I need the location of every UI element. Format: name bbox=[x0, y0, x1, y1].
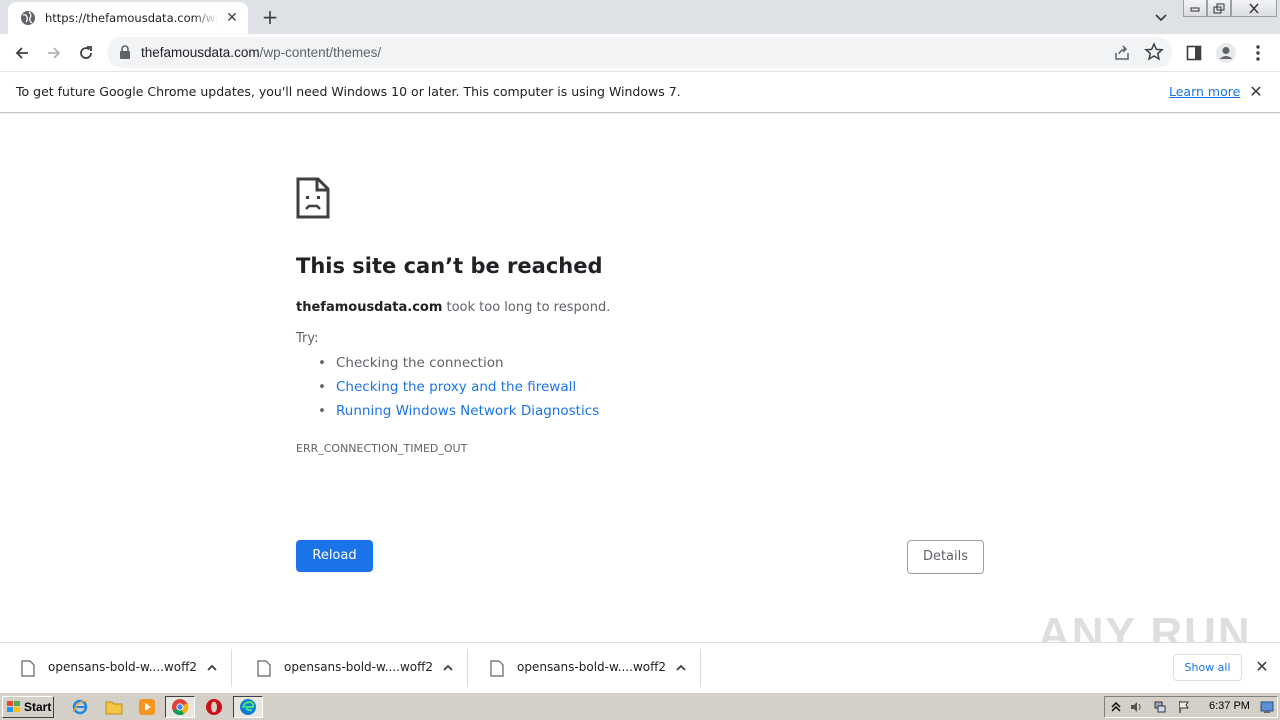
error-page: This site can’t be reached thefamousdata… bbox=[0, 114, 1280, 658]
file-icon bbox=[490, 660, 504, 677]
media-player-icon bbox=[139, 699, 155, 715]
action-center-flag-icon[interactable] bbox=[1177, 700, 1191, 714]
chevron-up-icon[interactable] bbox=[441, 661, 455, 675]
profile-button[interactable] bbox=[1212, 39, 1240, 67]
windows-taskbar: Start 6:37 PM bbox=[0, 692, 1280, 720]
download-shelf: opensans-bold-w....woff2 opensans-bold-w… bbox=[0, 642, 1280, 692]
file-icon bbox=[257, 660, 271, 677]
error-title: This site can’t be reached bbox=[296, 254, 603, 278]
taskbar-edge[interactable] bbox=[233, 696, 263, 718]
error-description-text: took too long to respond. bbox=[442, 300, 611, 315]
chevron-up-icon[interactable] bbox=[674, 661, 688, 675]
new-tab-button[interactable]: + bbox=[258, 5, 282, 29]
back-button[interactable] bbox=[8, 39, 36, 67]
network-icon[interactable] bbox=[1153, 700, 1167, 714]
taskbar-clock[interactable]: 6:37 PM bbox=[1209, 700, 1250, 712]
reload-toolbar-button[interactable] bbox=[72, 39, 100, 67]
tab-strip: https://thefamousdata.com/wp-content/the… bbox=[0, 0, 1280, 34]
bookmark-star-icon[interactable] bbox=[1144, 42, 1164, 62]
tab-search-icon[interactable] bbox=[1150, 6, 1172, 28]
try-label: Try: bbox=[296, 331, 319, 346]
browser-tab[interactable]: https://thefamousdata.com/wp-content/the… bbox=[8, 2, 248, 34]
forward-button[interactable] bbox=[40, 39, 68, 67]
download-item[interactable]: opensans-bold-w....woff2 bbox=[469, 649, 701, 687]
suggestion-link-proxy[interactable]: Checking the proxy and the firewall bbox=[318, 378, 599, 402]
reload-button[interactable]: Reload bbox=[296, 540, 373, 572]
taskbar-ie[interactable] bbox=[69, 697, 91, 717]
update-infobar: To get future Google Chrome updates, you… bbox=[0, 71, 1280, 113]
tab-close-icon[interactable]: ✕ bbox=[224, 10, 240, 26]
download-filename: opensans-bold-w....woff2 bbox=[517, 660, 667, 674]
globe-icon bbox=[21, 11, 35, 25]
more-vert-icon bbox=[1256, 45, 1260, 61]
suggestion-list: Checking the connection Checking the pro… bbox=[318, 354, 599, 426]
error-code: ERR_CONNECTION_TIMED_OUT bbox=[296, 442, 468, 455]
file-icon bbox=[21, 660, 35, 677]
profile-avatar-icon bbox=[1216, 43, 1236, 63]
details-button[interactable]: Details bbox=[907, 540, 984, 574]
start-label: Start bbox=[24, 700, 52, 714]
download-item[interactable]: opensans-bold-w....woff2 bbox=[236, 649, 468, 687]
arrow-left-icon bbox=[15, 47, 28, 59]
sad-document-icon bbox=[296, 177, 330, 219]
lock-icon[interactable] bbox=[119, 45, 131, 59]
refresh-icon bbox=[80, 46, 92, 59]
taskbar-chrome[interactable] bbox=[165, 696, 195, 718]
restore-icon bbox=[1213, 3, 1225, 13]
infobar-close-icon[interactable]: ✕ bbox=[1247, 83, 1265, 101]
suggestion-item: Checking the connection bbox=[318, 354, 599, 378]
url-text[interactable]: thefamousdata.com/wp-content/themes/ bbox=[141, 45, 381, 60]
chevron-up-icon[interactable] bbox=[1109, 700, 1123, 714]
share-icon[interactable] bbox=[1112, 43, 1132, 63]
show-all-downloads-button[interactable]: Show all bbox=[1173, 654, 1242, 681]
learn-more-link[interactable]: Learn more bbox=[1169, 84, 1240, 99]
chrome-icon bbox=[172, 699, 189, 716]
edge-icon bbox=[240, 699, 256, 715]
download-filename: opensans-bold-w....woff2 bbox=[284, 660, 434, 674]
minimize-icon bbox=[1190, 7, 1200, 12]
infobar-message: To get future Google Chrome updates, you… bbox=[16, 84, 681, 99]
minimize-button[interactable] bbox=[1183, 0, 1207, 17]
chevron-up-icon[interactable] bbox=[205, 661, 219, 675]
internet-explorer-icon bbox=[72, 699, 88, 715]
url-domain: thefamousdata.com bbox=[141, 45, 260, 60]
speaker-icon[interactable] bbox=[1129, 700, 1143, 714]
suggestion-link-diagnostics[interactable]: Running Windows Network Diagnostics bbox=[318, 402, 599, 426]
browser-toolbar: thefamousdata.com/wp-content/themes/ bbox=[0, 34, 1280, 71]
chrome-menu-button[interactable] bbox=[1244, 39, 1272, 67]
url-path: /wp-content/themes/ bbox=[259, 45, 382, 60]
show-desktop-icon[interactable] bbox=[1260, 700, 1274, 714]
restore-button[interactable] bbox=[1207, 0, 1231, 17]
arrow-right-icon bbox=[48, 47, 61, 59]
tab-title: https://thefamousdata.com/wp-content/the… bbox=[45, 11, 218, 25]
folder-icon bbox=[105, 701, 123, 715]
side-panel-icon bbox=[1186, 45, 1202, 61]
opera-icon bbox=[206, 699, 222, 715]
windows-logo-icon bbox=[7, 701, 20, 712]
error-host: thefamousdata.com bbox=[296, 300, 443, 315]
close-icon bbox=[1249, 3, 1259, 13]
side-panel-button[interactable] bbox=[1180, 39, 1208, 67]
system-tray: 6:37 PM bbox=[1104, 696, 1278, 718]
taskbar-opera[interactable] bbox=[203, 697, 225, 717]
window-controls bbox=[1183, 0, 1277, 18]
shelf-close-icon[interactable]: ✕ bbox=[1253, 658, 1271, 676]
taskbar-explorer[interactable] bbox=[103, 697, 125, 717]
error-description: thefamousdata.com took too long to respo… bbox=[296, 300, 610, 315]
download-item[interactable]: opensans-bold-w....woff2 bbox=[0, 649, 232, 687]
address-bar[interactable]: thefamousdata.com/wp-content/themes/ bbox=[107, 37, 1172, 68]
taskbar-media-player[interactable] bbox=[136, 697, 158, 717]
download-filename: opensans-bold-w....woff2 bbox=[48, 660, 198, 674]
close-window-button[interactable] bbox=[1231, 0, 1277, 17]
start-button[interactable]: Start bbox=[2, 696, 54, 718]
